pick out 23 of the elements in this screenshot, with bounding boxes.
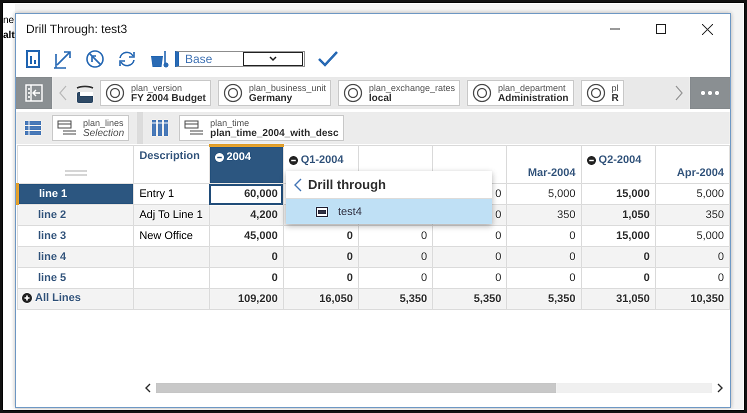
table-cell: 5,350 [358,288,433,310]
table-cell: 4,200 [209,204,284,226]
table-cell: 5,350 [432,288,507,310]
table-cell: 0 [358,246,433,268]
table-cell: 60,000 [209,184,284,204]
table-cell: 0 [432,246,507,268]
background-text: alt [3,30,15,41]
table-cell: Adj To Line 1 [134,204,210,226]
table-cell: 0 [581,246,656,268]
table-cell: 10,350 [655,288,730,310]
background-text: ne [3,15,15,26]
table-cell: 0 [283,246,358,268]
table-cell: 0 [655,246,730,268]
table-cell: 5,350 [506,288,582,310]
table-cell: 109,200 [209,288,284,310]
table-cell: 350 [655,204,730,226]
table-cell: 0 [209,246,284,268]
table-cell: 350 [506,204,582,226]
table-cell: 16,050 [283,288,358,310]
table-cell: 0 [506,246,582,268]
table-cell: 1,050 [581,204,656,226]
window-title: Drill Through: test3 [26,22,128,36]
table-cell: 31,050 [581,288,656,310]
